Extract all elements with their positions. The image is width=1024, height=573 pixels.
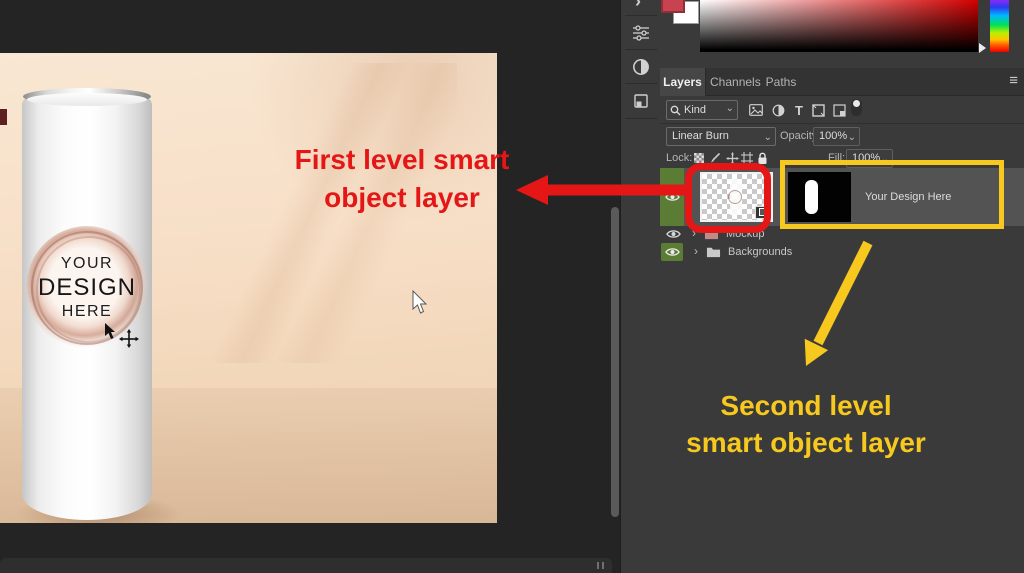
annotation-yellow-arrow [780,235,900,375]
blend-mode-value: Linear Burn [672,130,729,142]
color-saturation-field[interactable] [700,0,978,52]
hue-slider[interactable] [990,0,1009,52]
horizontal-scrollbar[interactable] [0,558,612,573]
panel-dock: › [620,0,660,573]
filter-toggle[interactable] [851,99,862,116]
photoshop-window: YOUR DESIGN HERE › [0,0,1024,573]
annotation-first-level-text: First level smart object layer [256,141,548,217]
foreground-color-swatch[interactable] [661,0,685,13]
page-icon [633,93,649,109]
adjustments-panel-icon[interactable] [628,54,654,80]
blend-mode-dropdown[interactable]: Linear Burn ⌄ [666,127,776,146]
filter-pixel-layers-icon[interactable] [748,102,764,118]
annotation-red-arrow [512,172,692,208]
chevron-down-icon: ⌄ [726,103,734,114]
chevron-down-icon: ⌄ [848,129,856,146]
canvas-edge-detail [0,109,7,125]
opacity-value: 100% [819,130,847,142]
annotation-red-box [685,163,771,233]
arrow-cursor-icon [412,290,432,316]
layer-filter-row: Kind ⌄ T [660,96,1024,124]
filter-kind-dropdown[interactable]: Kind ⌄ [666,100,738,120]
folder-icon [706,246,721,258]
libraries-panel-icon[interactable] [628,88,654,114]
filter-kind-label: Kind [684,104,706,116]
document-canvas[interactable]: YOUR DESIGN HERE [0,53,497,523]
tumbler-rim-inner [27,93,147,106]
sliders-icon [631,24,651,42]
vertical-scrollbar[interactable] [611,207,619,517]
hue-pointer-icon [979,43,986,53]
panel-menu-icon[interactable]: ≡ [1009,68,1018,96]
blend-mode-row: Linear Burn ⌄ Opacity: 100% ⌄ [660,124,1024,148]
eye-icon[interactable] [666,228,681,240]
tab-paths[interactable]: Paths [764,68,798,96]
scrollbar-grip[interactable] [597,562,604,569]
half-circle-icon [632,58,650,76]
filter-adjustment-layers-icon[interactable] [770,102,786,118]
eye-icon [665,246,680,258]
properties-panel-icon[interactable] [628,20,654,46]
search-icon [670,105,681,116]
design-text-line3: HERE [62,303,112,321]
lock-label: Lock: [666,152,692,164]
design-text-line1: YOUR [61,255,113,273]
annotation-yellow-box [780,160,1004,229]
filter-smart-objects-icon[interactable] [831,102,847,118]
tab-layers[interactable]: Layers [660,68,706,96]
collapse-arrow-icon[interactable]: › [621,0,661,9]
annotation-second-level-text: Second level smart object layer [650,387,962,461]
expand-chevron-icon[interactable]: › [694,244,698,258]
layer-visibility-toggle[interactable] [661,243,683,261]
tab-channels[interactable]: Channels [710,68,758,96]
tumbler-mockup: YOUR DESIGN HERE [22,88,152,520]
panel-tab-bar: Layers Channels Paths ≡ [660,68,1024,96]
color-panel [660,0,1024,68]
design-text-line2: DESIGN [38,274,136,302]
filter-shape-layers-icon[interactable] [810,102,826,118]
chevron-down-icon: ⌄ [764,129,772,146]
move-cursor-icon [104,322,140,348]
filter-type-layers-icon[interactable]: T [791,102,807,118]
opacity-field[interactable]: 100% ⌄ [813,127,860,146]
